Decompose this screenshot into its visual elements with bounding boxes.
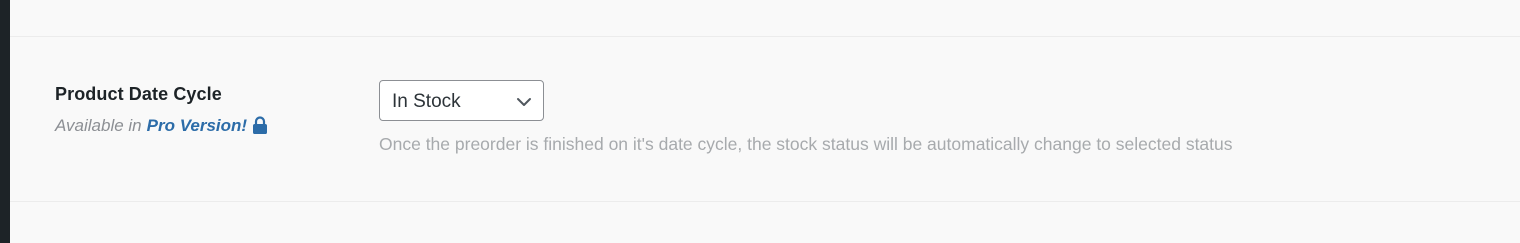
setting-label-column: Product Date Cycle Available in Pro Vers… [55,83,268,136]
select-value: In Stock [392,91,461,112]
setting-control-column: In Stock Once the preorder is finished o… [379,80,1233,155]
stock-status-select[interactable]: In Stock [379,80,544,121]
setting-description: Once the preorder is finished on it's da… [379,134,1233,154]
admin-sidebar-edge [0,0,10,243]
availability-prefix: Available in [55,116,142,135]
lock-icon [252,116,268,134]
settings-page: Product Date Cycle Available in Pro Vers… [0,0,1520,243]
setting-row-product-date-cycle: Product Date Cycle Available in Pro Vers… [10,37,1520,201]
chevron-down-icon [516,95,532,107]
setting-title: Product Date Cycle [55,84,222,104]
pro-version-link[interactable]: Pro Version! [147,116,247,136]
pro-availability-note: Available in Pro Version! [55,116,268,136]
row-divider-bottom [10,201,1520,202]
